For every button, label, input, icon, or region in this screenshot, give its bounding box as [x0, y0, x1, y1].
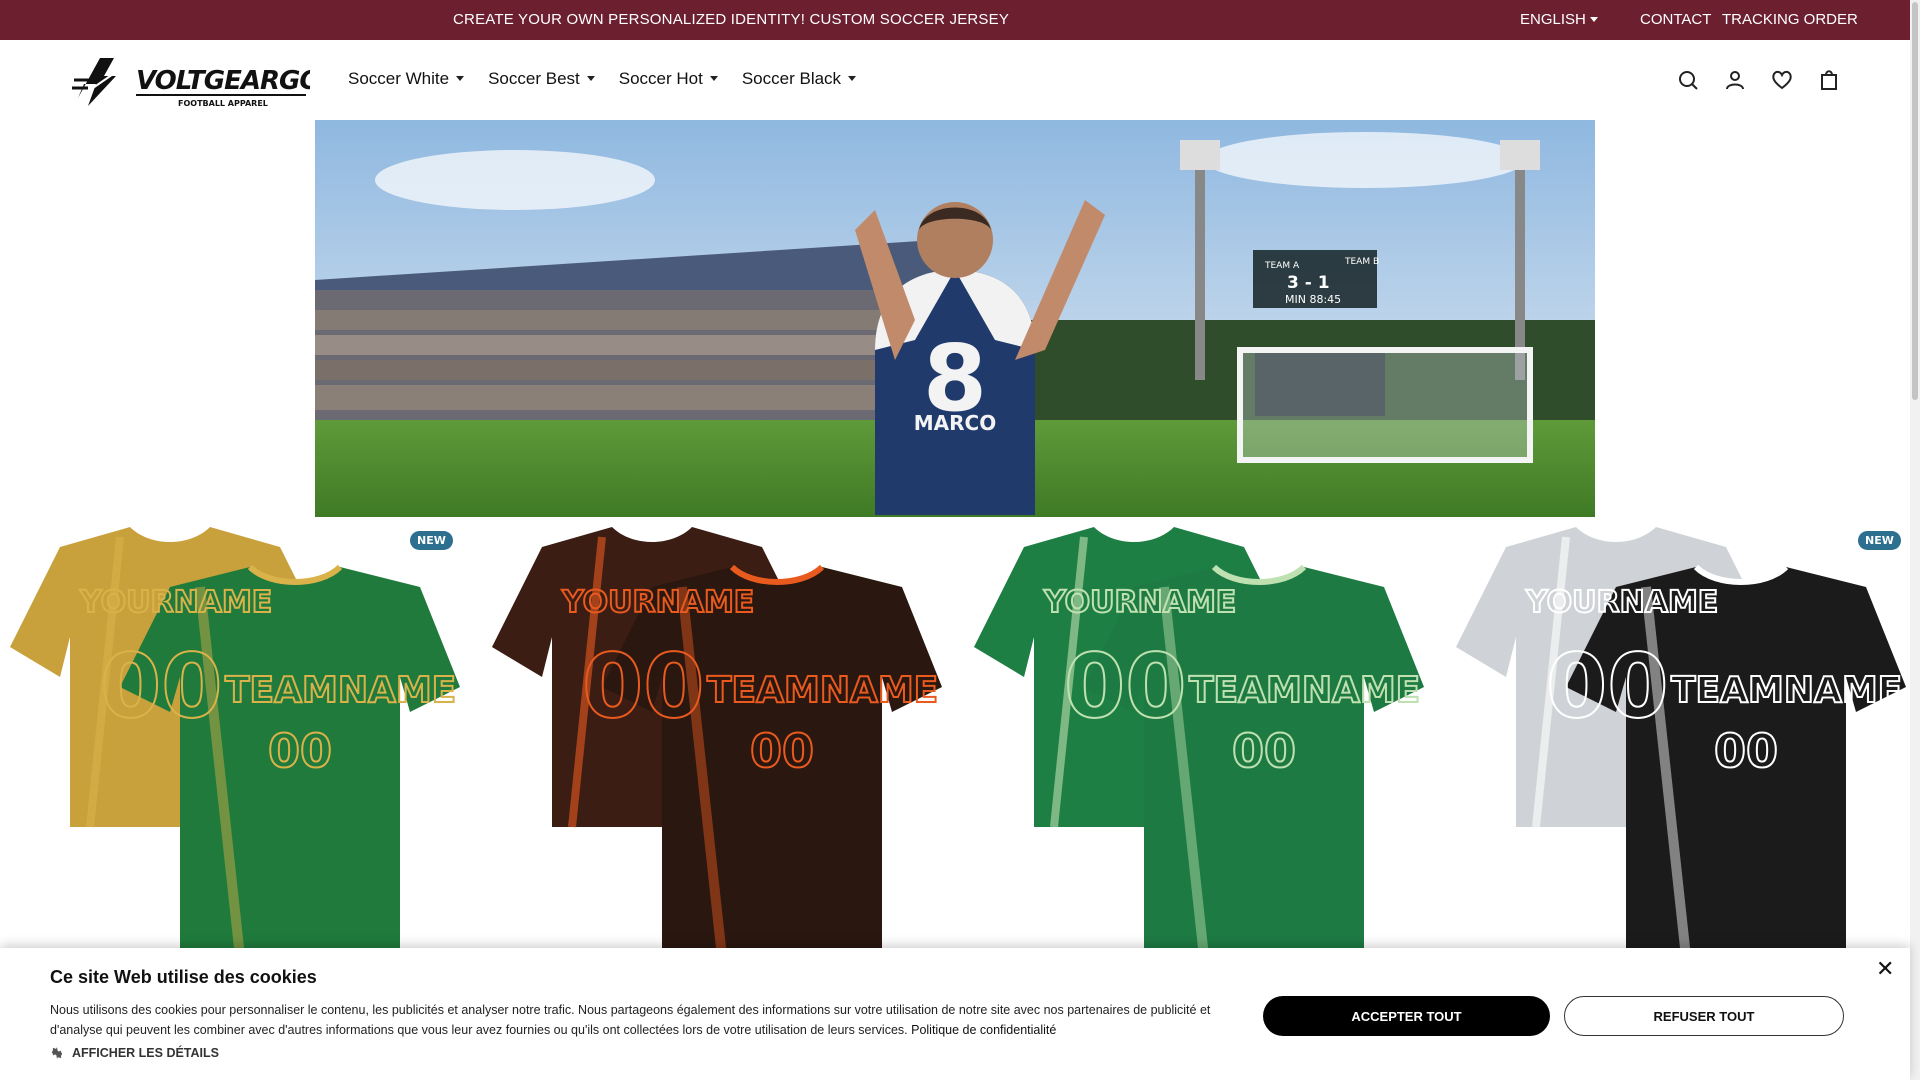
product-card[interactable]: YOURNAME 00 TEAMNAME 00 NEW: [1446, 527, 1906, 957]
hero-image: TEAM A TEAM B TEAM A TEAM B 3 - 1 MIN 88…: [315, 120, 1595, 517]
nav-soccer-hot[interactable]: Soccer Hot: [619, 69, 718, 89]
nav-soccer-black[interactable]: Soccer Black: [741, 69, 857, 89]
jersey-front-number: 00: [1232, 724, 1296, 778]
product-card[interactable]: YOURNAME 00 TEAMNAME 00: [482, 527, 942, 957]
nav-soccer-white[interactable]: Soccer White: [348, 69, 465, 89]
jersey-back-name: YOURNAME: [79, 585, 272, 620]
product-image: YOURNAME00 TEAMNAME00: [492, 527, 942, 957]
site-header: VOLTGEARGO FOOTBALL APPAREL Soccer White…: [0, 40, 1910, 120]
brand-name: VOLTGEARGO: [136, 66, 310, 96]
product-image: YOURNAME00 TEAMNAME00: [1456, 527, 1906, 957]
product-grid: YOURNAME 00 TEAMNAME 00 NEW YOURNAME 00 TEAMNA…: [0, 527, 1910, 957]
player-name: MARCO: [914, 411, 996, 435]
chevron-down-icon: [848, 76, 857, 81]
chevron-down-icon: [1589, 17, 1598, 22]
wishlist-icon[interactable]: [1770, 68, 1794, 92]
header-icons: [1676, 68, 1841, 92]
search-icon[interactable]: [1676, 68, 1700, 92]
jersey-back-number: 00: [1546, 635, 1668, 738]
account-icon[interactable]: [1723, 68, 1747, 92]
announcement-text: CREATE YOUR OWN PERSONALIZED IDENTITY! C…: [453, 11, 1010, 28]
product-card[interactable]: YOURNAME 00 TEAMNAME 00: [964, 527, 1424, 957]
jersey-back-number: 00: [582, 635, 704, 738]
product-image: YOURNAME00 TEAMNAME00: [10, 527, 460, 957]
close-icon[interactable]: ✕: [1876, 956, 1894, 982]
chevron-down-icon: [709, 76, 718, 81]
nav-label: Soccer White: [348, 69, 450, 88]
jersey-front-name: TEAMNAME: [707, 670, 938, 711]
main-nav: Soccer White Soccer Best Soccer Hot Socc…: [348, 69, 880, 89]
jersey-back-name: YOURNAME: [1043, 585, 1236, 620]
page-scrollbar[interactable]: [1910, 0, 1920, 1080]
scoreboard-team-a-label: TEAM A: [1264, 261, 1300, 271]
cookie-description: Nous utilisons des cookies pour personna…: [50, 1000, 1230, 1040]
product-card[interactable]: YOURNAME 00 TEAMNAME 00 NEW: [0, 527, 460, 957]
jersey-back-number: 00: [100, 635, 222, 738]
jersey-front-name: TEAMNAME: [1189, 670, 1420, 711]
nav-label: Soccer Best: [488, 69, 580, 88]
hero-banner[interactable]: TEAM A TEAM B TEAM A TEAM B 3 - 1 MIN 88…: [315, 120, 1595, 517]
announcement-bar: CREATE YOUR OWN PERSONALIZED IDENTITY! C…: [0, 0, 1910, 40]
contact-link[interactable]: CONTACT: [1640, 11, 1711, 28]
chevron-down-icon: [586, 76, 595, 81]
jersey-front-number: 00: [750, 724, 814, 778]
new-badge: NEW: [410, 531, 453, 550]
accept-all-button[interactable]: ACCEPTER TOUT: [1263, 996, 1550, 1036]
language-selector[interactable]: ENGLISH: [1520, 11, 1598, 28]
privacy-policy-link[interactable]: Politique de confidentialité: [911, 1023, 1056, 1037]
tracking-order-link[interactable]: TRACKING ORDER: [1722, 11, 1858, 28]
scoreboard-score: 3 - 1: [1287, 273, 1330, 293]
show-details-toggle[interactable]: AFFICHER LES DÉTAILS: [50, 1046, 219, 1060]
new-badge: NEW: [1858, 531, 1901, 550]
jersey-front-number: 00: [1714, 724, 1778, 778]
brand-logo[interactable]: VOLTGEARGO FOOTBALL APPAREL: [70, 50, 310, 110]
scrollbar-thumb[interactable]: [1912, 2, 1918, 400]
nav-label: Soccer Hot: [618, 69, 703, 88]
show-details-label: AFFICHER LES DÉTAILS: [72, 1046, 219, 1060]
chevron-down-icon: [456, 76, 465, 81]
jersey-front-name: TEAMNAME: [225, 670, 456, 711]
scoreboard-team-b-label: TEAM B: [1344, 257, 1379, 267]
product-image: YOURNAME00 TEAMNAME00: [974, 527, 1424, 957]
nav-soccer-best[interactable]: Soccer Best: [488, 69, 595, 89]
gear-icon: [51, 1047, 63, 1059]
nav-label: Soccer Black: [741, 69, 842, 88]
cookie-banner: Ce site Web utilise des cookies Nous uti…: [0, 948, 1910, 1080]
cookie-title: Ce site Web utilise des cookies: [50, 967, 317, 987]
brand-tagline: FOOTBALL APPAREL: [178, 99, 268, 108]
cart-icon[interactable]: [1817, 68, 1841, 92]
jersey-front-name: TEAMNAME: [1671, 670, 1902, 711]
jersey-back-name: YOURNAME: [561, 585, 754, 620]
jersey-back-name: YOURNAME: [1525, 585, 1718, 620]
language-label: ENGLISH: [1520, 11, 1586, 28]
refuse-all-button[interactable]: REFUSER TOUT: [1564, 996, 1844, 1036]
jersey-back-number: 00: [1064, 635, 1186, 738]
jersey-front-number: 00: [268, 724, 332, 778]
scoreboard-time: MIN 88:45: [1285, 293, 1341, 306]
